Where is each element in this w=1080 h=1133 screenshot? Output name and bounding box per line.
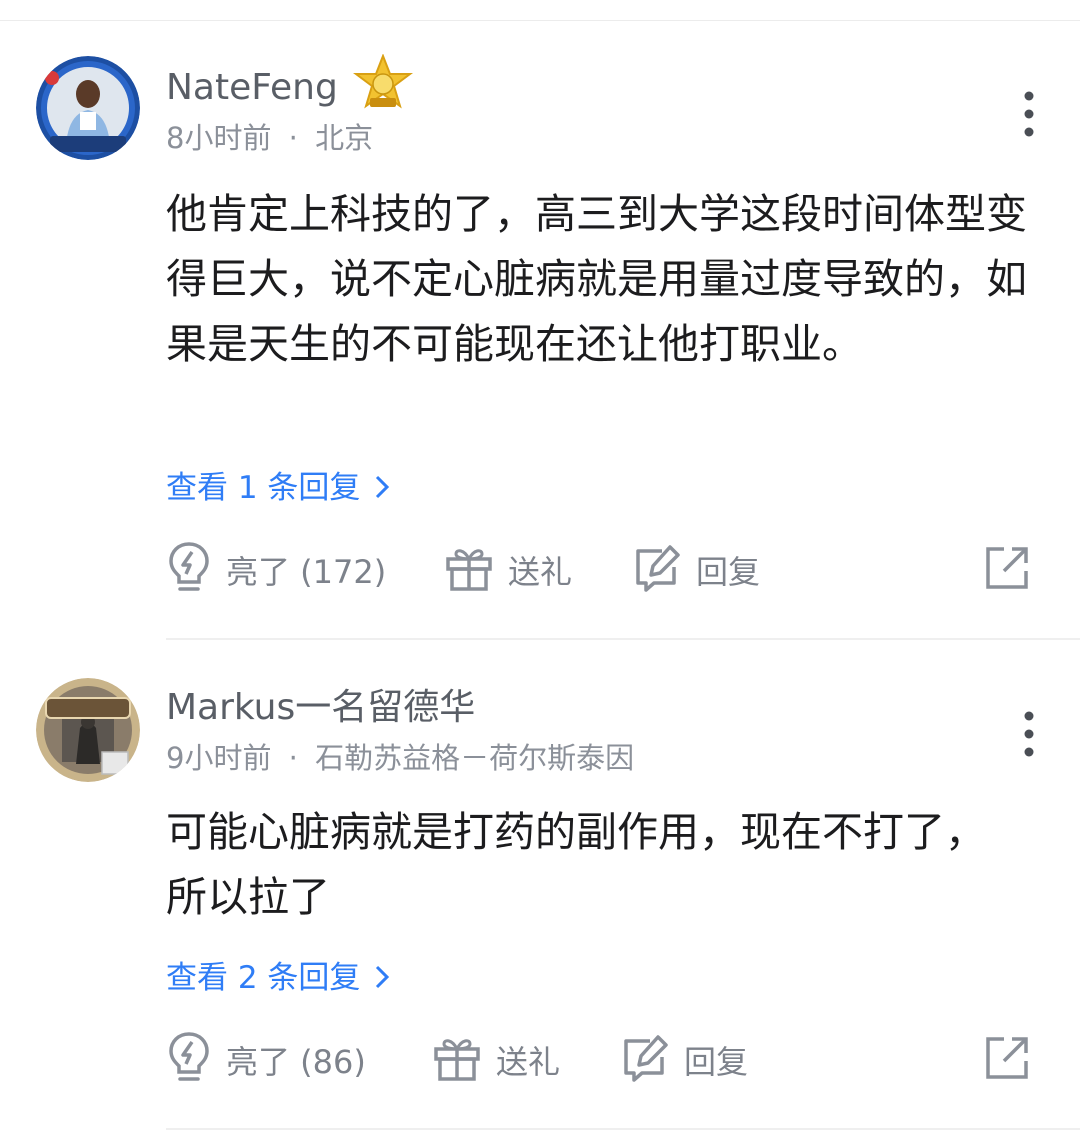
comment-text: 可能心脏病就是打药的副作用，现在不打了，所以拉了 bbox=[166, 808, 986, 921]
chevron-right-icon bbox=[374, 960, 390, 1000]
gift-label: 送礼 bbox=[508, 553, 573, 591]
gift-label: 送礼 bbox=[496, 1043, 561, 1081]
view-replies-label: 查看 2 条回复 bbox=[166, 960, 361, 996]
reply-button[interactable]: 回复 bbox=[620, 1030, 748, 1090]
meta-separator: · bbox=[288, 121, 298, 155]
share-icon bbox=[984, 1035, 1030, 1085]
comment-divider bbox=[166, 1128, 1080, 1130]
view-replies-link[interactable]: 查看 2 条回复 bbox=[166, 958, 390, 1000]
comment-actions: 亮了 (86) 送礼 回复 bbox=[166, 1030, 1046, 1090]
like-label: 亮了 (86) bbox=[226, 1043, 366, 1081]
reply-label: 回复 bbox=[696, 553, 761, 591]
user-avatar[interactable] bbox=[36, 678, 140, 782]
meta-separator: · bbox=[288, 741, 298, 775]
reply-label: 回复 bbox=[684, 1043, 749, 1081]
like-button[interactable]: 亮了 (86) bbox=[166, 1030, 366, 1090]
comment-actions: 亮了 (172) 送礼 回复 bbox=[166, 540, 1046, 600]
chevron-right-icon bbox=[374, 470, 390, 510]
share-button[interactable] bbox=[984, 540, 1030, 600]
share-button[interactable] bbox=[984, 1030, 1030, 1090]
comment-location: 石勒苏益格－荷尔斯泰因 bbox=[315, 741, 635, 775]
comment-text: 他肯定上科技的了，高三到大学这段时间体型变得巨大，说不定心脏病就是用量过度导致的… bbox=[166, 190, 1027, 368]
gold-star-badge-icon bbox=[352, 53, 414, 116]
comment-divider bbox=[166, 638, 1080, 640]
comment-meta: 9小时前 · 石勒苏益格－荷尔斯泰因 bbox=[166, 740, 634, 776]
more-options-icon[interactable] bbox=[1014, 88, 1044, 140]
like-button[interactable]: 亮了 (172) bbox=[166, 540, 386, 600]
gift-button[interactable]: 送礼 bbox=[432, 1030, 560, 1090]
top-divider bbox=[0, 20, 1080, 21]
edit-reply-icon bbox=[632, 543, 682, 597]
view-replies-label: 查看 1 条回复 bbox=[166, 470, 361, 506]
view-replies-link[interactable]: 查看 1 条回复 bbox=[166, 468, 390, 510]
comment-time: 8小时前 bbox=[166, 121, 272, 155]
lightbulb-icon bbox=[166, 540, 212, 600]
comment-meta: 8小时前 · 北京 bbox=[166, 120, 373, 156]
more-options-icon[interactable] bbox=[1014, 708, 1044, 760]
user-avatar[interactable] bbox=[36, 56, 140, 160]
like-label: 亮了 (172) bbox=[226, 553, 387, 591]
edit-reply-icon bbox=[620, 1033, 670, 1087]
username[interactable]: NateFeng bbox=[166, 66, 338, 110]
gift-icon bbox=[432, 1033, 482, 1087]
reply-button[interactable]: 回复 bbox=[632, 540, 760, 600]
lightbulb-icon bbox=[166, 1030, 212, 1090]
comment-location: 北京 bbox=[315, 121, 374, 155]
username[interactable]: Markus一名留德华 bbox=[166, 686, 475, 730]
comment-time: 9小时前 bbox=[166, 741, 272, 775]
gift-button[interactable]: 送礼 bbox=[444, 540, 572, 600]
gift-icon bbox=[444, 543, 494, 597]
share-icon bbox=[984, 545, 1030, 595]
